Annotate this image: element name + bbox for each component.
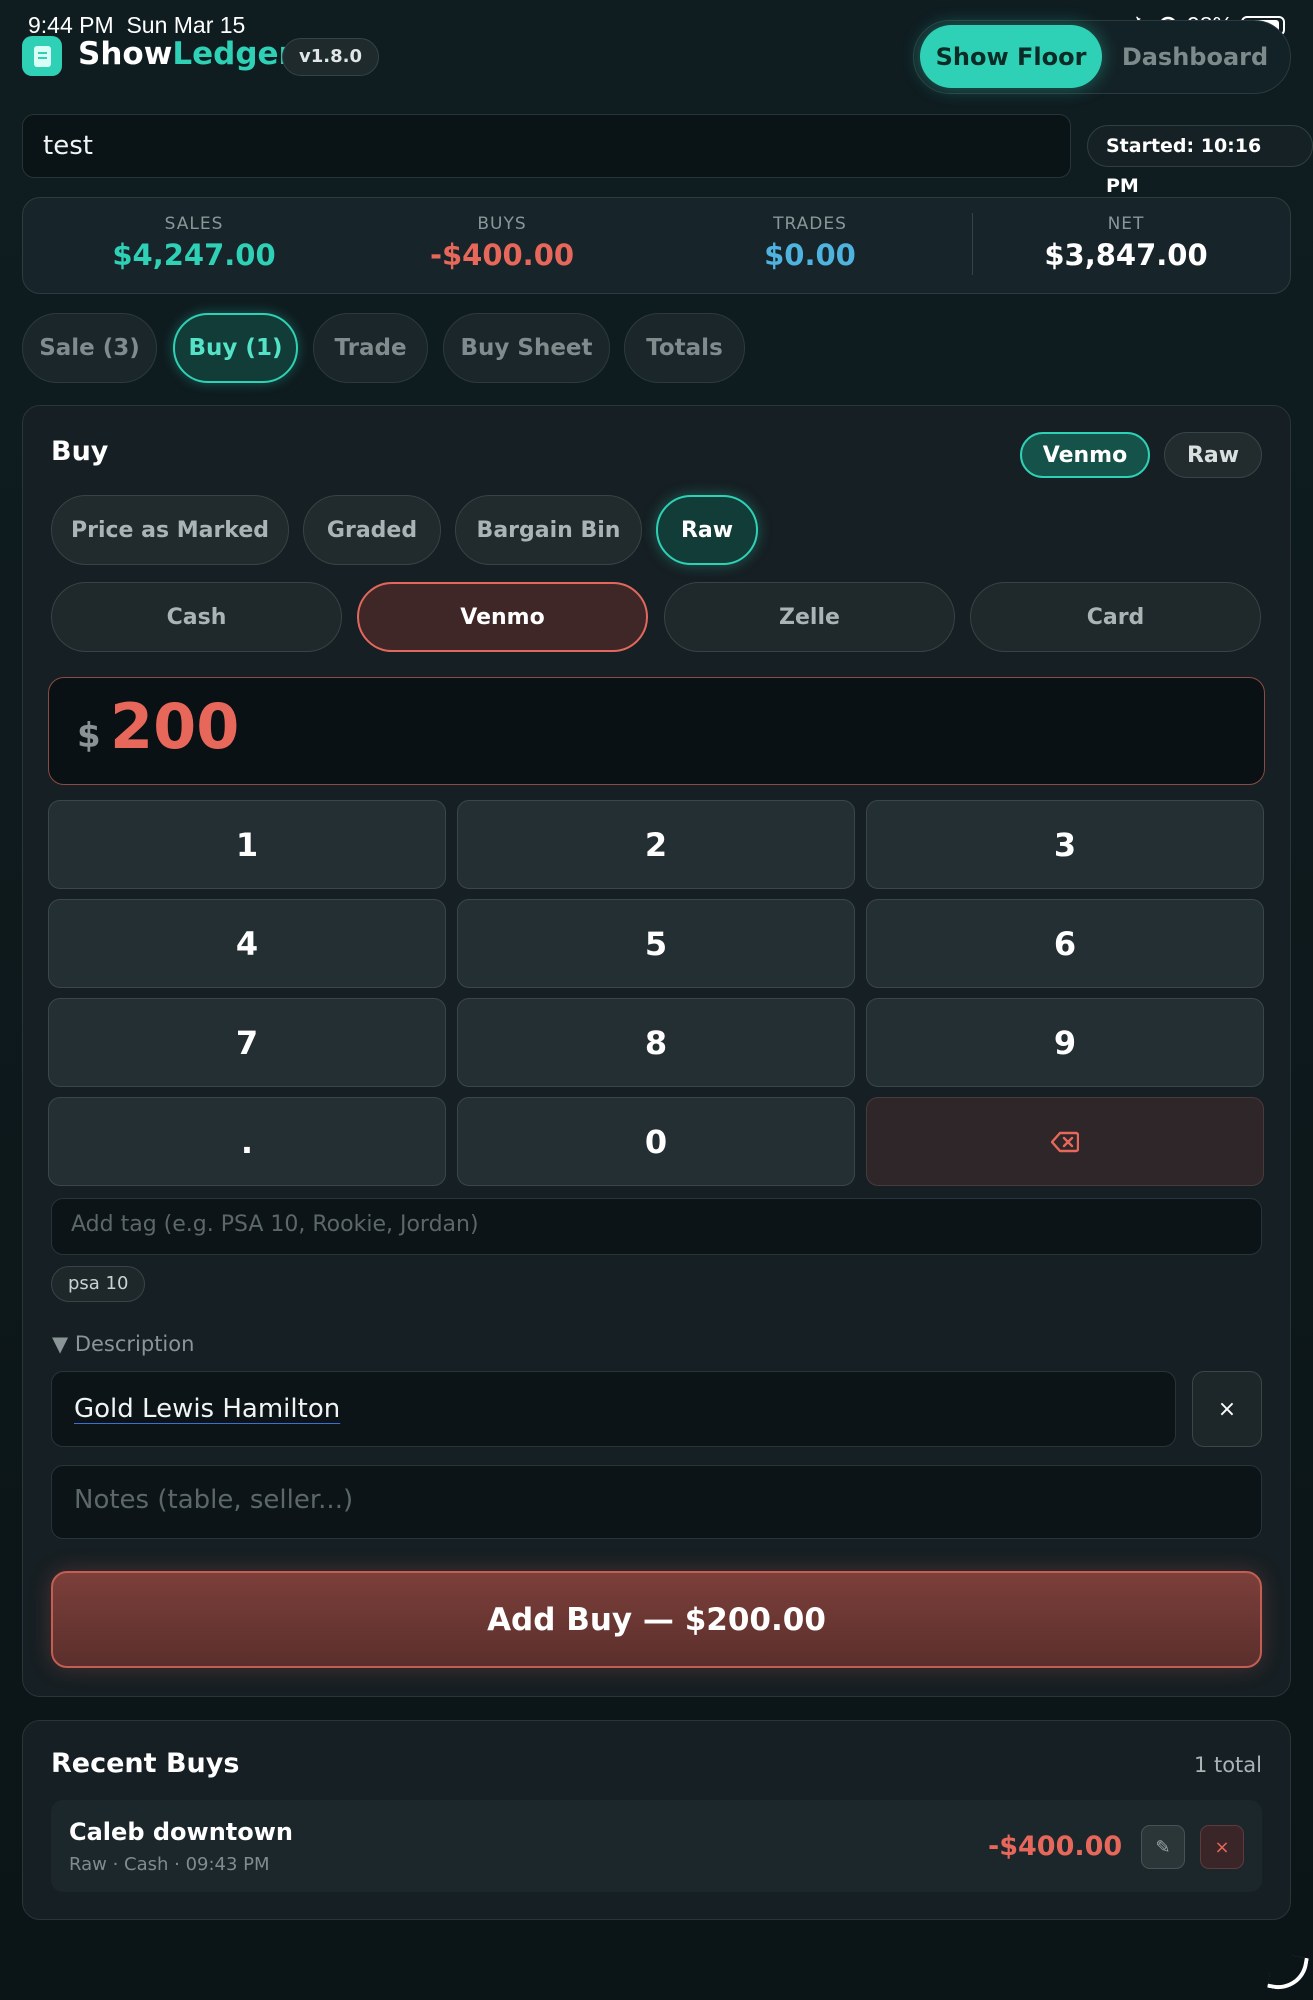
stat-value: $3,847.00 [1044, 238, 1208, 272]
key-4[interactable]: 4 [48, 899, 446, 988]
payment-card[interactable]: Card [970, 582, 1261, 652]
add-buy-button[interactable]: Add Buy — $200.00 [51, 1571, 1262, 1668]
category-bargain-bin[interactable]: Bargain Bin [455, 495, 642, 565]
stat-value: $0.00 [764, 238, 856, 272]
status-date: Sun Mar 15 [126, 12, 246, 38]
key-backspace[interactable] [866, 1097, 1264, 1186]
app-logo [22, 36, 62, 76]
backspace-icon [1051, 1131, 1079, 1152]
stat-buys: BUYS -$400.00 [362, 214, 642, 272]
stat-value: -$400.00 [429, 238, 575, 272]
stat-trades: TRADES $0.00 [670, 214, 950, 272]
status-time: 9:44 PM [28, 12, 114, 38]
description-toggle[interactable]: ▼ Description [52, 1332, 194, 1356]
notes-input-placeholder: Notes (table, seller...) [74, 1485, 354, 1515]
buy-card-title: Buy [51, 436, 109, 467]
description-value: Gold Lewis Hamilton [74, 1394, 341, 1424]
app-name: ShowLedger [78, 36, 294, 72]
edit-button[interactable]: ✎ [1141, 1825, 1185, 1869]
stat-label: TRADES [773, 214, 847, 234]
delete-button[interactable]: × [1200, 1825, 1244, 1869]
stat-sales: SALES $4,247.00 [54, 214, 334, 272]
session-name-input[interactable]: test [22, 114, 1071, 178]
payment-venmo[interactable]: Venmo [357, 582, 648, 652]
quick-chip-venmo[interactable]: Venmo [1020, 432, 1150, 478]
stat-divider [972, 213, 973, 275]
tab-trade[interactable]: Trade [313, 313, 428, 383]
mode-dashboard-button[interactable]: Dashboard [1110, 25, 1280, 88]
key-decimal[interactable]: . [48, 1097, 446, 1186]
quick-chip-raw[interactable]: Raw [1164, 432, 1262, 478]
key-8[interactable]: 8 [457, 998, 855, 1087]
key-6[interactable]: 6 [866, 899, 1264, 988]
category-price-as-marked[interactable]: Price as Marked [51, 495, 289, 565]
tag-input-placeholder: Add tag (e.g. PSA 10, Rookie, Jordan) [71, 1212, 479, 1237]
close-icon: × [1214, 1836, 1230, 1858]
key-1[interactable]: 1 [48, 800, 446, 889]
key-0[interactable]: 0 [457, 1097, 855, 1186]
list-item-name: Caleb downtown [69, 1818, 293, 1846]
status-time-date: 9:44 PM Sun Mar 15 [28, 12, 245, 39]
category-raw[interactable]: Raw [656, 495, 758, 565]
description-clear-button[interactable]: × [1192, 1371, 1262, 1447]
stat-label: BUYS [477, 214, 527, 234]
home-indicator [1267, 1952, 1309, 1994]
key-7[interactable]: 7 [48, 998, 446, 1087]
recent-buys-title: Recent Buys [51, 1748, 240, 1779]
category-graded[interactable]: Graded [303, 495, 441, 565]
document-icon [33, 45, 51, 67]
recent-buys-count: 1 total [1193, 1753, 1262, 1777]
list-item-meta: Raw · Cash · 09:43 PM [69, 1854, 270, 1875]
tab-buy[interactable]: Buy (1) [173, 313, 298, 383]
tab-totals[interactable]: Totals [624, 313, 745, 383]
payment-zelle[interactable]: Zelle [664, 582, 955, 652]
stat-label: SALES [164, 214, 224, 234]
currency-symbol: $ [77, 716, 101, 756]
payment-cash[interactable]: Cash [51, 582, 342, 652]
key-2[interactable]: 2 [457, 800, 855, 889]
key-9[interactable]: 9 [866, 998, 1264, 1087]
mode-show-floor-button[interactable]: Show Floor [920, 25, 1102, 88]
key-3[interactable]: 3 [866, 800, 1264, 889]
stat-label: NET [1107, 214, 1145, 234]
tab-buy-sheet[interactable]: Buy Sheet [443, 313, 610, 383]
list-item-amount: -$400.00 [988, 1831, 1123, 1862]
session-started-badge: Started: 10:16 PM [1087, 125, 1313, 197]
key-5[interactable]: 5 [457, 899, 855, 988]
stat-value: $4,247.00 [112, 238, 276, 272]
version-badge: v1.8.0 [282, 38, 379, 76]
stat-net: NET $3,847.00 [986, 214, 1266, 272]
pencil-icon: ✎ [1155, 1836, 1171, 1858]
tab-sale[interactable]: Sale (3) [22, 313, 157, 383]
tag-chip[interactable]: psa 10 [51, 1266, 146, 1302]
amount-value: 200 [110, 690, 240, 763]
